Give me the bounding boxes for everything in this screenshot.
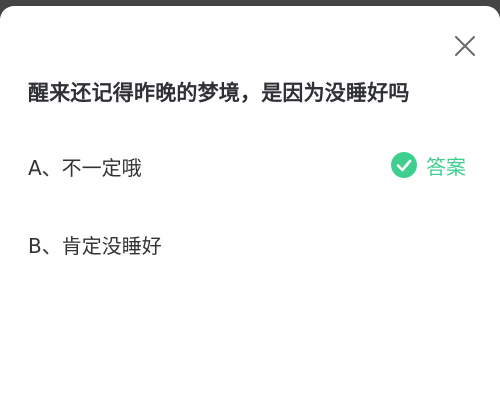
option-b-label: B、肯定没睡好: [28, 234, 162, 258]
answer-badge: 答案: [390, 150, 466, 180]
option-b[interactable]: B、肯定没睡好: [0, 220, 500, 266]
check-circle-icon: [391, 152, 417, 178]
answer-label: 答案: [426, 154, 466, 179]
question-text: 醒来还记得昨晚的梦境，是因为没睡好吗: [28, 81, 410, 105]
close-button[interactable]: [451, 32, 479, 60]
option-a-label: A、不一定哦: [28, 156, 142, 180]
option-a[interactable]: A、不一定哦 答案: [0, 142, 500, 188]
quiz-sheet: 醒来还记得昨晚的梦境，是因为没睡好吗 A、不一定哦 答案 B、肯定没睡好: [0, 6, 500, 418]
close-icon: [455, 36, 475, 56]
